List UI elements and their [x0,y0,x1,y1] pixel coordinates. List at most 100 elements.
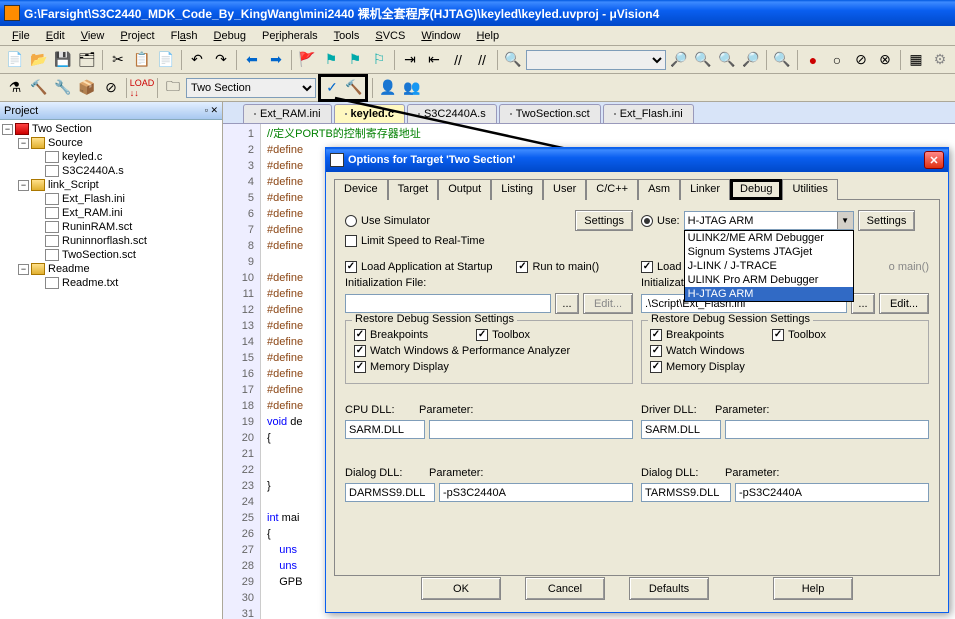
comment-icon[interactable]: // [447,49,469,71]
debugger-dropdown-list[interactable]: ULINK2/ME ARM Debugger Signum Systems JT… [684,230,854,302]
panel-buttons[interactable]: ▫ ✕ [205,105,218,116]
use-simulator-radio[interactable] [345,215,357,227]
target-icon[interactable]: 🗀 [162,77,184,99]
tgt-watch-check[interactable] [650,345,662,357]
find-files-icon[interactable]: 🔍 [716,49,738,71]
project-tree[interactable]: −Two Section −Source keyled.c S3C2440A.s… [0,120,222,292]
sim-mem-check[interactable] [354,361,366,373]
defaults-button[interactable]: Defaults [629,577,709,600]
menu-window[interactable]: Window [413,28,468,44]
menu-debug[interactable]: Debug [206,28,254,44]
tab-cpp[interactable]: C/C++ [586,179,638,200]
outdent-icon[interactable]: ⇤ [423,49,445,71]
find-prev-icon[interactable]: 🔍 [692,49,714,71]
download-icon[interactable]: LOAD↓↓ [131,77,153,99]
bookmark-icon[interactable]: 🚩 [296,49,318,71]
target-settings-button[interactable]: Settings [858,210,916,231]
tab-listing[interactable]: Listing [491,179,543,200]
tree-file[interactable]: Ext_RAM.ini [62,207,123,219]
cpu-param-input[interactable] [429,420,633,439]
expander-icon[interactable]: − [18,138,29,149]
find-icon[interactable]: 🔍 [502,49,524,71]
close-button[interactable]: ✕ [924,151,944,169]
dd-item[interactable]: ULINK Pro ARM Debugger [685,273,853,287]
tree-target[interactable]: Two Section [32,123,92,135]
build-icon[interactable]: 🔨 [28,77,50,99]
menu-view[interactable]: View [73,28,113,44]
redo-icon[interactable]: ↷ [210,49,232,71]
tree-file[interactable]: Runinnorflash.sct [62,235,147,247]
menu-svcs[interactable]: SVCS [367,28,413,44]
tree-group-link[interactable]: link_Script [48,179,99,191]
menu-project[interactable]: Project [112,28,162,44]
bp-enable-icon[interactable]: ○ [826,49,848,71]
translate-icon[interactable]: ⚗ [4,77,26,99]
tgt-bp-check[interactable] [650,329,662,341]
use-target-radio[interactable] [641,215,653,227]
dd-item-selected[interactable]: H-JTAG ARM [685,287,853,301]
menu-tools[interactable]: Tools [326,28,368,44]
bookmark-next-icon[interactable]: ⚑ [344,49,366,71]
dd-item[interactable]: ULINK2/ME ARM Debugger [685,231,853,245]
copy-icon[interactable]: 📋 [131,49,153,71]
save-icon[interactable]: 💾 [52,49,74,71]
uncomment-icon[interactable]: // [471,49,493,71]
bookmark-clear-icon[interactable]: ⚐ [368,49,390,71]
menu-flash[interactable]: Flash [163,28,206,44]
tgt-toolbox-check[interactable] [772,329,784,341]
find-next-icon[interactable]: 🔎 [668,49,690,71]
dropdown-arrow-icon[interactable]: ▼ [837,212,853,229]
sim-bp-check[interactable] [354,329,366,341]
driver-param-input[interactable] [725,420,929,439]
tgt-dialog-dll-input[interactable] [641,483,731,502]
menu-help[interactable]: Help [468,28,507,44]
tree-file[interactable]: S3C2440A.s [62,165,124,177]
expander-icon[interactable]: − [2,124,13,135]
nav-fwd-icon[interactable]: ➡ [265,49,287,71]
config-icon[interactable]: ⚙ [929,49,951,71]
tree-file[interactable]: Ext_Flash.ini [62,193,125,205]
incremental-find-icon[interactable]: 🔎 [740,49,762,71]
driver-dll-input[interactable] [641,420,721,439]
tab-user[interactable]: User [543,179,586,200]
debug-icon[interactable]: 🔍 [771,49,793,71]
expander-icon[interactable]: − [18,264,29,275]
tgt-edit-button[interactable]: Edit... [879,293,929,314]
tgt-dialog-param-input[interactable] [735,483,929,502]
tab-output[interactable]: Output [438,179,491,200]
tab-device[interactable]: Device [334,179,388,200]
open-file-icon[interactable]: 📂 [28,49,50,71]
cancel-button[interactable]: Cancel [525,577,605,600]
stop-build-icon[interactable]: ⊘ [100,77,122,99]
debugger-dropdown[interactable]: H-JTAG ARM ▼ ULINK2/ME ARM Debugger Sign… [684,211,854,230]
tree-file[interactable]: keyled.c [62,151,102,163]
cut-icon[interactable]: ✂ [107,49,129,71]
window-icon[interactable]: ▦ [905,49,927,71]
cpu-dll-input[interactable] [345,420,425,439]
tab-utilities[interactable]: Utilities [782,179,837,200]
run-main-check[interactable] [516,261,528,273]
dialog-dll-input[interactable] [345,483,435,502]
sim-edit-button[interactable]: Edit... [583,293,633,314]
menu-edit[interactable]: Edit [38,28,73,44]
tree-group-readme[interactable]: Readme [48,263,90,275]
sim-init-file-input[interactable] [345,294,551,313]
dialog-param-input[interactable] [439,483,633,502]
dialog-titlebar[interactable]: Options for Target 'Two Section' ✕ [326,148,948,172]
load-app-check[interactable] [345,261,357,273]
tab-asm[interactable]: Asm [638,179,680,200]
indent-icon[interactable]: ⇥ [399,49,421,71]
bp-disable-icon[interactable]: ⊘ [850,49,872,71]
dd-item[interactable]: Signum Systems JTAGjet [685,245,853,259]
tab-target[interactable]: Target [388,179,439,200]
dd-item[interactable]: J-LINK / J-TRACE [685,259,853,273]
undo-icon[interactable]: ↶ [186,49,208,71]
tgt-load-app-check[interactable] [641,261,653,273]
paste-icon[interactable]: 📄 [155,49,177,71]
tab-linker[interactable]: Linker [680,179,730,200]
sim-toolbox-check[interactable] [476,329,488,341]
batch-build-icon[interactable]: 📦 [76,77,98,99]
sim-settings-button[interactable]: Settings [575,210,633,231]
find-combo[interactable] [526,50,666,70]
target-combo[interactable]: Two Section [186,78,316,98]
